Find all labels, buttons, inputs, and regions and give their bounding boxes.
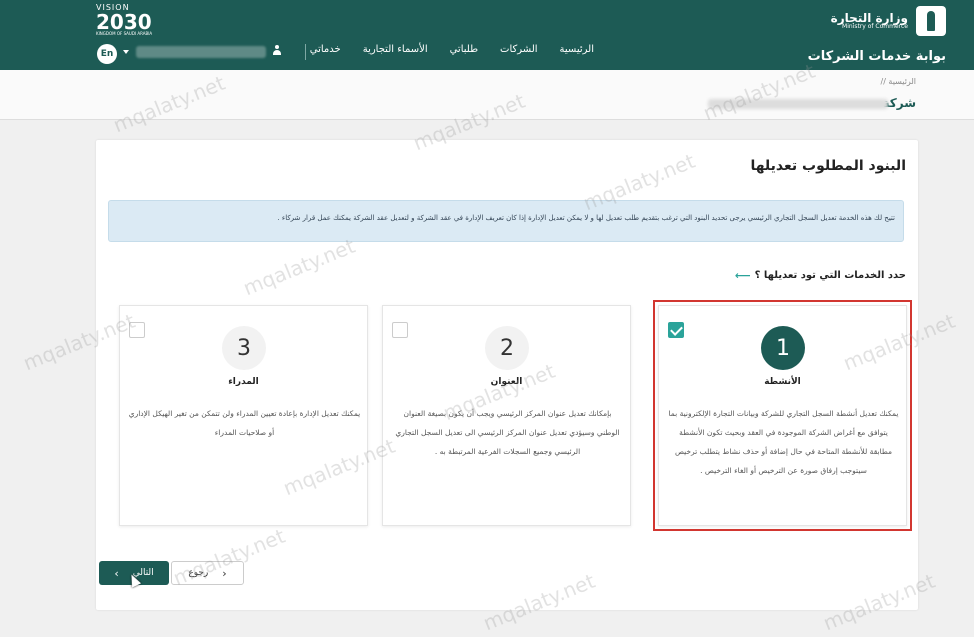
managers-checkbox[interactable] <box>129 322 145 338</box>
arrow-left-icon: ⟵ <box>734 269 751 282</box>
info-alert: تتيح لك هذه الخدمة تعديل السجل التجاري ا… <box>108 200 904 242</box>
company-name-redacted <box>708 99 888 109</box>
activities-checkbox[interactable] <box>668 322 684 338</box>
nav-my-requests[interactable]: طلباتي <box>450 44 478 55</box>
ministry-name-en: Ministry of Commerce <box>842 23 908 31</box>
language-button[interactable]: En <box>97 44 117 64</box>
back-button[interactable]: رجوع › <box>171 561 244 585</box>
option-card-managers[interactable]: 3 المدراء يمكنك تعديل الإدارة بإعادة تعي… <box>119 305 368 526</box>
option-description: يمكنك تعديل الإدارة بإعادة تعيين المدراء… <box>128 409 361 437</box>
palm-swords-icon <box>916 6 946 36</box>
nav-companies[interactable]: الشركات <box>500 44 538 55</box>
step-number: 2 <box>485 326 529 370</box>
vision-2030-logo: VISION 2030 KINGDOM OF SAUDI ARABIA <box>96 3 153 36</box>
breadcrumb-bar: الرئيسية // شركة <box>0 70 974 120</box>
user-name-redacted[interactable] <box>136 46 266 58</box>
option-description: بإمكانك تعديل عنوان المركز الرئيسي ويجب … <box>395 409 620 456</box>
option-description: يمكنك تعديل أنشطة السجل التجاري للشركة و… <box>668 409 899 475</box>
step-number: 1 <box>761 326 805 370</box>
option-title: الأنشطة <box>764 377 801 387</box>
edit-items-card: البنود المطلوب تعديلها تتيح لك هذه الخدم… <box>96 140 918 610</box>
portal-title: بوابة خدمات الشركات <box>807 49 946 64</box>
ministry-logo[interactable]: وزارة التجارة Ministry of Commerce <box>831 6 946 36</box>
option-card-address[interactable]: 2 العنوان بإمكانك تعديل عنوان المركز الر… <box>382 305 631 526</box>
nav-my-services[interactable]: خدماتي <box>310 44 341 55</box>
address-checkbox[interactable] <box>392 322 408 338</box>
chevron-left-icon: ‹ <box>114 566 119 580</box>
nav-divider <box>305 44 306 60</box>
section-heading: حدد الخدمات التي تود تعديلها ؟ ⟵ <box>734 269 906 282</box>
page-title: البنود المطلوب تعديلها <box>750 158 906 174</box>
nav-home[interactable]: الرئيسية <box>560 44 594 55</box>
option-card-activities[interactable]: 1 الأنشطة يمكنك تعديل أنشطة السجل التجار… <box>653 300 912 531</box>
top-header: وزارة التجارة Ministry of Commerce بوابة… <box>0 0 974 70</box>
step-number: 3 <box>222 326 266 370</box>
main-nav: الرئيسية الشركات طلباتي الأسماء التجارية… <box>310 44 594 55</box>
option-title: العنوان <box>490 377 523 387</box>
chevron-right-icon: › <box>222 566 227 580</box>
chevron-down-icon[interactable] <box>123 50 129 54</box>
user-icon[interactable] <box>273 45 281 55</box>
nav-trade-names[interactable]: الأسماء التجارية <box>363 44 428 55</box>
breadcrumb[interactable]: الرئيسية // <box>881 77 917 86</box>
option-title: المدراء <box>228 377 259 387</box>
